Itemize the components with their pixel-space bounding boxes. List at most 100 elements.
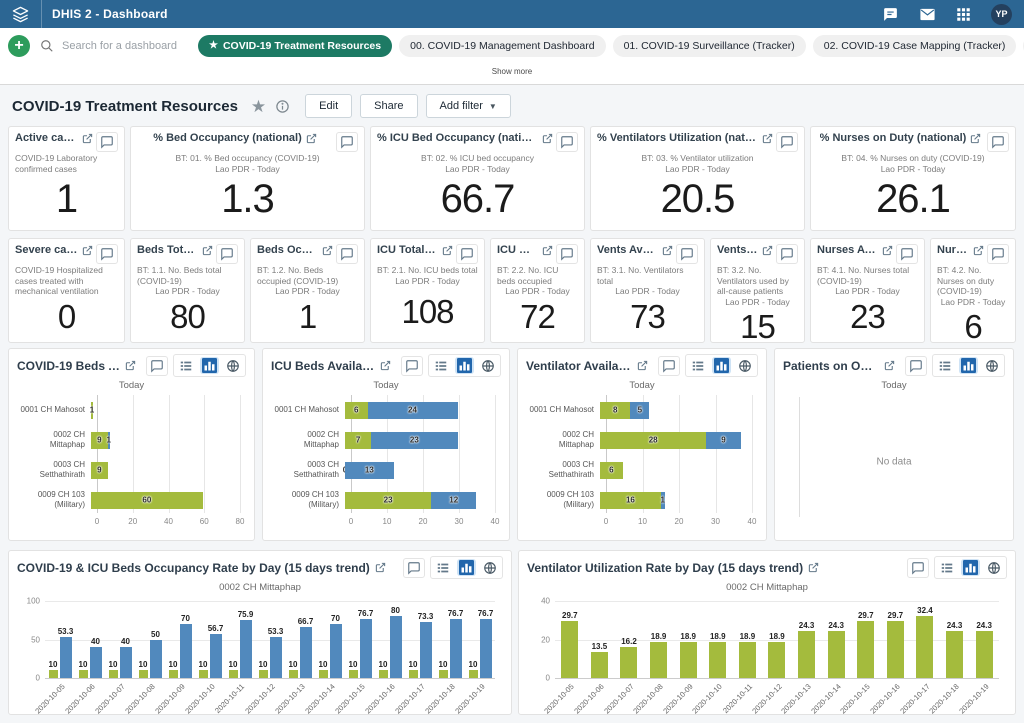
bar-chart-icon[interactable]: [457, 559, 476, 576]
map-view-icon[interactable]: [226, 359, 240, 373]
apps-grid-icon[interactable]: [956, 7, 971, 22]
view-switcher: [934, 556, 1007, 579]
comment-icon[interactable]: [216, 244, 238, 264]
avatar[interactable]: YP: [991, 4, 1012, 25]
bar-group: 18.9: [644, 601, 674, 678]
open-in-app-icon[interactable]: [662, 245, 673, 256]
open-in-app-icon[interactable]: [125, 360, 136, 371]
list-view-icon[interactable]: [436, 561, 450, 575]
card-value: 20.5: [597, 174, 798, 225]
comment-icon[interactable]: [658, 356, 680, 376]
comment-icon[interactable]: [403, 558, 425, 578]
open-in-app-icon[interactable]: [375, 562, 386, 573]
dashboard-chip[interactable]: 00. COVID-19 Management Dashboard: [399, 35, 605, 57]
category-label: 0009 CH 103 (Military): [526, 490, 600, 509]
comment-icon[interactable]: [96, 244, 118, 264]
bar-chart-icon[interactable]: [959, 357, 978, 374]
bar-chart-icon[interactable]: [961, 559, 980, 576]
open-in-app-icon[interactable]: [306, 133, 317, 144]
comment-icon[interactable]: [96, 132, 118, 152]
open-in-app-icon[interactable]: [973, 245, 984, 256]
card-subtitle: COVID-19 Hospitalized cases treated with…: [15, 265, 118, 297]
axis-tick-label: 40: [491, 517, 500, 526]
comment-icon[interactable]: [456, 244, 478, 264]
map-view-icon[interactable]: [738, 359, 752, 373]
bar-value-label: 1: [90, 406, 94, 415]
bar: 50: [150, 640, 162, 679]
open-in-app-icon[interactable]: [202, 245, 213, 256]
bar-group: 1070: [315, 601, 345, 678]
comment-icon[interactable]: [401, 356, 423, 376]
bar-group: 18.9: [733, 601, 763, 678]
comment-icon[interactable]: [987, 244, 1009, 264]
edit-button[interactable]: Edit: [305, 94, 352, 118]
open-in-app-icon[interactable]: [882, 245, 893, 256]
value-card: Vents Availab...BT: 3.1. No. Ventilators…: [590, 238, 705, 343]
share-button[interactable]: Share: [360, 94, 417, 118]
open-in-app-icon[interactable]: [884, 360, 895, 371]
comment-icon[interactable]: [556, 132, 578, 152]
comment-icon[interactable]: [336, 132, 358, 152]
comment-icon[interactable]: [896, 244, 918, 264]
list-view-icon[interactable]: [434, 359, 448, 373]
comment-icon[interactable]: [987, 132, 1009, 152]
open-in-app-icon[interactable]: [442, 245, 453, 256]
map-view-icon[interactable]: [481, 359, 495, 373]
bar-value-label: 13: [365, 466, 374, 475]
map-view-icon[interactable]: [483, 561, 497, 575]
open-in-app-icon[interactable]: [970, 133, 981, 144]
search-input[interactable]: [60, 39, 180, 53]
dashboard-chip[interactable]: ★COVID-19 Treatment Resources: [198, 35, 392, 57]
new-dashboard-button[interactable]: +: [8, 35, 30, 57]
bar-value-label: 24: [408, 406, 417, 415]
map-view-icon[interactable]: [987, 561, 1001, 575]
comment-icon[interactable]: [336, 244, 358, 264]
bar-value-label: 70: [331, 614, 340, 623]
open-in-app-icon[interactable]: [637, 360, 648, 371]
list-view-icon[interactable]: [691, 359, 705, 373]
comment-icon[interactable]: [676, 244, 698, 264]
bar-chart-icon[interactable]: [455, 357, 474, 374]
value-card: % ICU Bed Occupancy (national)BT: 02. % …: [370, 126, 585, 231]
bar-chart-icon[interactable]: [712, 357, 731, 374]
open-in-app-icon[interactable]: [542, 133, 553, 144]
comment-icon[interactable]: [905, 356, 927, 376]
bar-segment: 23: [371, 432, 457, 449]
show-more-link[interactable]: Show more: [492, 67, 532, 76]
comment-icon[interactable]: [146, 356, 168, 376]
open-in-app-icon[interactable]: [82, 133, 93, 144]
card-title: Beds Occupie...: [257, 244, 318, 256]
chart-subtitle: Today: [271, 380, 501, 391]
category-label: 0001 CH Mahosot: [526, 405, 600, 415]
list-view-icon[interactable]: [938, 359, 952, 373]
page-title: COVID-19 Treatment Resources: [12, 98, 238, 115]
comment-icon[interactable]: [776, 244, 798, 264]
open-in-app-icon[interactable]: [808, 562, 819, 573]
chart-plot: 0001 CH Mahosot850002 CH Mittaphap289000…: [526, 395, 758, 529]
dhis2-logo-icon[interactable]: [0, 0, 42, 28]
favorite-star-icon[interactable]: ★: [251, 98, 266, 115]
card-subtitle-line: Lao PDR - Today: [377, 164, 578, 175]
info-icon[interactable]: [275, 99, 290, 114]
open-in-app-icon[interactable]: [82, 245, 93, 256]
messages-icon[interactable]: [882, 6, 899, 23]
comment-icon[interactable]: [776, 132, 798, 152]
add-filter-button[interactable]: Add filter ▼: [426, 94, 511, 118]
dashboard-search[interactable]: [40, 39, 188, 53]
dashboard-chip[interactable]: 02. COVID-19 Case Mapping (Tracker): [813, 35, 1017, 57]
list-view-icon[interactable]: [179, 359, 193, 373]
list-view-icon[interactable]: [940, 561, 954, 575]
open-in-app-icon[interactable]: [322, 245, 333, 256]
bar-chart-icon[interactable]: [200, 357, 219, 374]
card-subtitle: BT: 4.1. No. Nurses total (COVID-19)Lao …: [817, 265, 918, 297]
comment-icon[interactable]: [907, 558, 929, 578]
comment-icon[interactable]: [556, 244, 578, 264]
map-view-icon[interactable]: [985, 359, 999, 373]
mail-icon[interactable]: [919, 6, 936, 23]
dashboard-chip[interactable]: 01. COVID-19 Surveillance (Tracker): [613, 35, 806, 57]
open-in-app-icon[interactable]: [542, 245, 553, 256]
open-in-app-icon[interactable]: [380, 360, 391, 371]
open-in-app-icon[interactable]: [762, 245, 773, 256]
open-in-app-icon[interactable]: [762, 133, 773, 144]
bar-segment: 6: [345, 402, 368, 419]
